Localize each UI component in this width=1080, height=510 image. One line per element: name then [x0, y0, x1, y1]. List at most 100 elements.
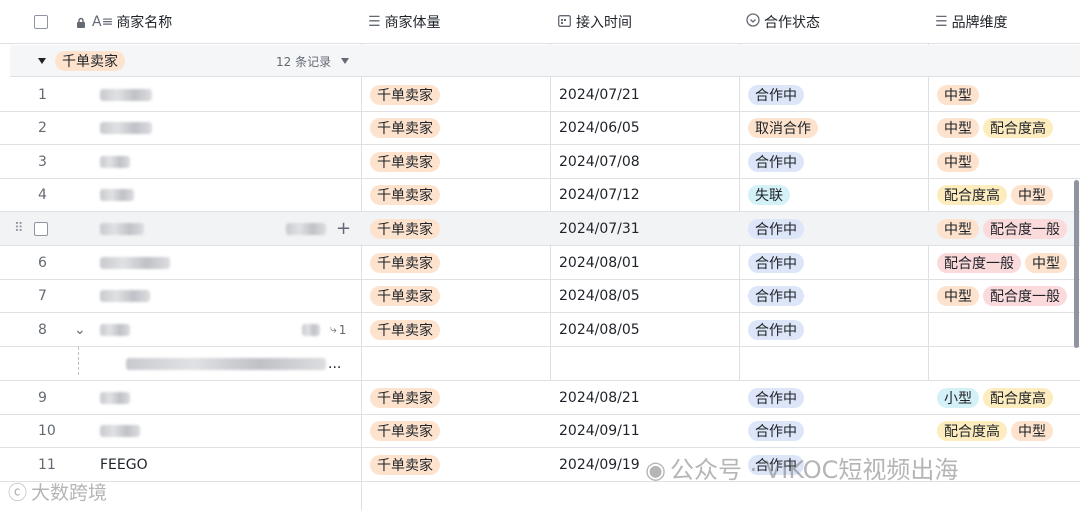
table-row[interactable]: 9 千单卖家 2024/08/21 合作中 小型 配合度高 [0, 381, 1080, 415]
table-row[interactable]: 4 千单卖家 2024/07/12 失联 配合度高 中型 [0, 178, 1080, 212]
subrecord-count: 1 [338, 322, 347, 337]
date-cell[interactable]: 2024/07/21 [559, 78, 640, 111]
status-cell[interactable]: 合作中 [748, 313, 808, 346]
status-cell[interactable]: 合作中 [748, 246, 808, 279]
sub-record-row[interactable]: ... [0, 347, 1080, 381]
header-volume[interactable]: ☰ 商家体量 [368, 0, 441, 44]
table-row[interactable]: 1 千单卖家 2024/07/21 合作中 中型 [0, 78, 1080, 112]
date-cell[interactable]: 2024/09/19 [559, 448, 640, 481]
date-cell[interactable]: 2024/07/08 [559, 145, 640, 178]
table-row[interactable]: 8 ⌄ ⤷ 1 千单卖家 2024/08/05 合作中 [0, 313, 1080, 347]
merchant-name-blurred [100, 414, 140, 447]
date-cell[interactable]: 2024/09/11 [559, 414, 640, 447]
volume-cell[interactable]: 千单卖家 [370, 78, 444, 111]
date-cell[interactable]: 2024/07/12 [559, 178, 640, 211]
brand-cell[interactable]: 配合度高 中型 [937, 178, 1080, 211]
brand-cell[interactable] [937, 448, 1080, 481]
status-cell[interactable]: 取消合作 [748, 111, 822, 144]
date-cell[interactable]: 2024/06/05 [559, 111, 640, 144]
row-index: 4 [38, 186, 47, 203]
brand-tag: 中型 [937, 151, 979, 172]
tree-line [78, 347, 79, 375]
brand-cell[interactable]: 配合度一般 中型 [937, 246, 1080, 279]
status-tag: 合作中 [748, 84, 804, 105]
status-cell[interactable]: 合作中 [748, 279, 808, 312]
expand-chevron-icon[interactable]: ⌄ [74, 313, 86, 346]
date-cell[interactable]: 2024/08/05 [559, 279, 640, 312]
volume-cell[interactable]: 千单卖家 [370, 212, 444, 245]
table-row[interactable]: ⠿ + 千单卖家 2024/07/31 合作中 中型 配合度一般 [0, 212, 1080, 246]
header-status[interactable]: 合作状态 [746, 0, 820, 44]
volume-cell[interactable]: 千单卖家 [370, 414, 444, 447]
table-row[interactable]: 7 千单卖家 2024/08/05 合作中 中型 配合度一般 [0, 279, 1080, 313]
volume-cell[interactable]: 千单卖家 [370, 279, 444, 312]
brand-cell[interactable]: 配合度高 中型 [937, 414, 1080, 447]
brand-tag: 小型 [937, 387, 979, 408]
row-index: 1 [38, 86, 47, 103]
add-icon[interactable]: + [336, 212, 351, 245]
header-volume-label: 商家体量 [384, 15, 441, 31]
volume-cell[interactable]: 千单卖家 [370, 246, 444, 279]
header-date[interactable]: 接入时间 [558, 0, 632, 44]
brand-cell[interactable]: 中型 配合度一般 [937, 212, 1080, 245]
brand-cell[interactable]: 中型 [937, 78, 1080, 111]
brand-cell[interactable]: 中型 [937, 145, 1080, 178]
date-cell[interactable]: 2024/07/31 [559, 212, 640, 245]
brand-cell[interactable]: 中型 配合度高 [937, 111, 1080, 144]
header-brand[interactable]: ☰ 品牌维度 [935, 0, 1008, 44]
merchant-name-blurred [100, 212, 144, 245]
volume-tag: 千单卖家 [370, 387, 440, 408]
group-header-row[interactable]: 千单卖家 12 条记录 [10, 45, 1080, 77]
multiselect-field-icon: ☰ [935, 14, 948, 30]
volume-cell[interactable]: 千单卖家 [370, 448, 444, 481]
brand-tag: 中型 [1011, 420, 1053, 441]
date-cell[interactable]: 2024/08/01 [559, 246, 640, 279]
merchant-name-blurred [100, 78, 152, 111]
status-tag: 取消合作 [748, 117, 818, 138]
merchant-name-blurred [100, 145, 130, 178]
collapse-triangle-icon[interactable] [38, 58, 46, 64]
date-cell[interactable]: 2024/08/21 [559, 381, 640, 414]
vertical-scrollbar[interactable] [1074, 180, 1079, 348]
status-tag: 合作中 [748, 387, 804, 408]
status-cell[interactable]: 失联 [748, 178, 794, 211]
date-cell[interactable]: 2024/08/05 [559, 313, 640, 346]
row-checkbox[interactable] [34, 212, 48, 245]
table-row[interactable]: 6 千单卖家 2024/08/01 合作中 配合度一般 中型 [0, 246, 1080, 280]
header-date-label: 接入时间 [576, 15, 632, 31]
volume-cell[interactable]: 千单卖家 [370, 111, 444, 144]
table-header: A≡ 商家名称 ☰ 商家体量 接入时间 合作状态 ☰ 品牌维度 [0, 0, 1080, 44]
sub-record-name-blurred [126, 347, 326, 380]
volume-cell[interactable]: 千单卖家 [370, 178, 444, 211]
header-brand-label: 品牌维度 [951, 15, 1008, 31]
volume-tag: 千单卖家 [370, 184, 440, 205]
status-cell[interactable]: 合作中 [748, 145, 808, 178]
volume-tag: 千单卖家 [370, 252, 440, 273]
lock-icon [76, 17, 86, 28]
brand-tag: 中型 [937, 117, 979, 138]
table-row[interactable]: 3 千单卖家 2024/07/08 合作中 中型 [0, 145, 1080, 179]
brand-tag: 配合度高 [937, 184, 1007, 205]
table-row[interactable]: 10 千单卖家 2024/09/11 合作中 配合度高 中型 [0, 414, 1080, 448]
brand-tag: 中型 [937, 84, 979, 105]
status-cell[interactable]: 合作中 [748, 212, 808, 245]
volume-cell[interactable]: 千单卖家 [370, 313, 444, 346]
brand-cell[interactable]: 小型 配合度高 [937, 381, 1080, 414]
status-cell[interactable]: 合作中 [748, 381, 808, 414]
volume-cell[interactable]: 千单卖家 [370, 381, 444, 414]
volume-tag: 千单卖家 [370, 454, 440, 475]
watermark-left: ⓒ 大数跨境 [8, 482, 108, 504]
sub-record-ellipsis: ... [328, 355, 342, 372]
table-row[interactable]: 2 千单卖家 2024/06/05 取消合作 中型 配合度高 [0, 111, 1080, 145]
volume-cell[interactable]: 千单卖家 [370, 145, 444, 178]
header-name[interactable]: A≡ 商家名称 [76, 0, 172, 44]
drag-handle-icon[interactable]: ⠿ [14, 212, 24, 245]
select-all-checkbox[interactable] [34, 0, 48, 44]
calendar-icon [558, 14, 571, 31]
brand-cell[interactable] [937, 313, 1080, 346]
brand-cell[interactable]: 中型 配合度一般 [937, 279, 1080, 312]
group-count-dropdown-icon[interactable] [341, 58, 349, 64]
subrecord-icon[interactable]: ⤷ 1 [330, 313, 346, 346]
status-cell[interactable]: 合作中 [748, 78, 808, 111]
status-cell[interactable]: 合作中 [748, 414, 808, 447]
